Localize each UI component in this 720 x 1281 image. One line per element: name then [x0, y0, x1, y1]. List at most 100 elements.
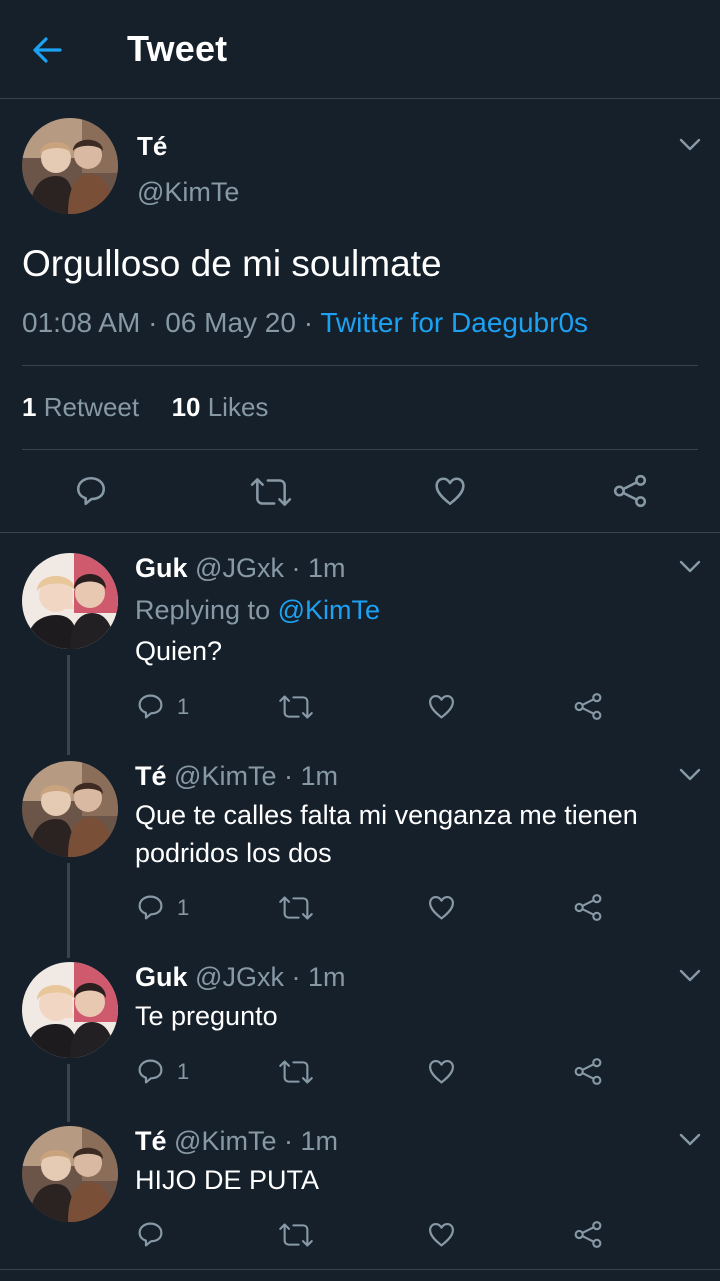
chevron-down-icon[interactable]	[679, 560, 701, 574]
tweet-text: Te pregunto	[135, 1001, 278, 1031]
like-button[interactable]	[427, 692, 456, 721]
author-handle[interactable]: @KimTe	[174, 761, 276, 791]
share-button[interactable]	[573, 893, 603, 922]
avatar-image	[22, 1126, 118, 1222]
retweet-icon	[250, 475, 292, 509]
avatar[interactable]	[22, 118, 118, 214]
chevron-down-icon[interactable]	[679, 138, 701, 152]
retweet-button[interactable]	[278, 1058, 314, 1086]
heart-icon	[427, 692, 456, 721]
reply-count: 1	[177, 1059, 190, 1084]
retweets-stat[interactable]: 1 Retweet	[22, 392, 139, 422]
reply-count: 1	[177, 895, 190, 920]
page-title: Tweet	[127, 28, 228, 69]
meta-separator: ·	[291, 962, 301, 992]
like-button[interactable]	[427, 1220, 456, 1249]
tweet-text: Orgulloso de mi soulmate	[22, 243, 442, 284]
tweet-text: Que te calles falta mi venganza me tiene…	[135, 800, 638, 868]
share-icon	[573, 692, 603, 721]
retweet-button[interactable]	[278, 1221, 314, 1249]
heart-icon	[433, 474, 467, 508]
share-button[interactable]	[612, 474, 648, 508]
like-button[interactable]	[433, 474, 467, 508]
retweet-button[interactable]	[278, 693, 314, 721]
share-button[interactable]	[573, 1220, 603, 1249]
tweet-time: 1m	[300, 1126, 339, 1156]
author-name[interactable]: Guk	[135, 553, 188, 583]
author-name[interactable]: Té	[135, 1126, 167, 1156]
share-icon	[612, 474, 648, 508]
tweet-text: Quien?	[135, 636, 223, 666]
reply-header: Té @KimTe · 1m	[135, 1126, 338, 1157]
like-button[interactable]	[427, 893, 456, 922]
reply-button[interactable]	[136, 1220, 165, 1249]
retweet-icon	[278, 1058, 314, 1086]
app-header: Tweet	[0, 0, 720, 99]
author-handle[interactable]: @JGxk	[195, 962, 284, 992]
retweet-icon	[278, 693, 314, 721]
avatar[interactable]	[22, 553, 118, 649]
reply-header: Té @KimTe · 1m	[135, 761, 338, 792]
replying-to: Replying to @KimTe	[135, 595, 380, 626]
retweets-label: Retweet	[43, 392, 140, 422]
heart-icon	[427, 1220, 456, 1249]
chevron-down-icon[interactable]	[679, 1133, 701, 1147]
avatar-image	[22, 553, 118, 649]
tweet-meta: 01:08 AM · 06 May 20 · Twitter for Daegu…	[22, 307, 588, 339]
author-name[interactable]: Guk	[135, 962, 188, 992]
reply-icon	[74, 474, 108, 508]
avatar[interactable]	[22, 1126, 118, 1222]
share-icon	[573, 1057, 603, 1086]
retweet-button[interactable]	[250, 475, 292, 509]
likes-label: Likes	[207, 392, 269, 422]
heart-icon	[427, 893, 456, 922]
retweet-icon	[278, 894, 314, 922]
tweet-time: 1m	[307, 553, 346, 583]
chevron-down-icon[interactable]	[679, 768, 701, 782]
divider	[22, 449, 698, 450]
likes-stat[interactable]: 10 Likes	[172, 392, 269, 422]
replying-handle-link[interactable]: @KimTe	[278, 595, 380, 625]
share-button[interactable]	[573, 1057, 603, 1086]
reply-header: Guk @JGxk · 1m	[135, 553, 346, 584]
reply-header: Guk @JGxk · 1m	[135, 962, 346, 993]
heart-icon	[427, 1057, 456, 1086]
author-name[interactable]: Té	[135, 761, 167, 791]
reply-button[interactable]	[136, 893, 165, 922]
thread-line	[67, 655, 70, 755]
like-button[interactable]	[427, 1057, 456, 1086]
divider	[22, 365, 698, 366]
tweet-time: 1m	[307, 962, 346, 992]
tweet-time: 01:08 AM	[22, 307, 141, 338]
meta-separator: ·	[291, 553, 301, 583]
meta-separator: ·	[303, 307, 314, 338]
tweet-time: 1m	[300, 761, 339, 791]
retweets-count: 1	[22, 392, 37, 422]
thread-line	[67, 863, 70, 958]
reply-icon	[136, 1057, 165, 1086]
reply-button[interactable]	[136, 692, 165, 721]
reply-button[interactable]	[136, 1057, 165, 1086]
tweet-source-link[interactable]: Twitter for Daegubr0s	[320, 307, 588, 338]
chevron-down-icon[interactable]	[679, 969, 701, 983]
avatar[interactable]	[22, 761, 118, 857]
meta-separator: ·	[148, 307, 158, 338]
reply-count: 1	[177, 694, 190, 719]
reply-button[interactable]	[74, 474, 108, 508]
reply-icon	[136, 1220, 165, 1249]
thread-line	[67, 1064, 70, 1122]
reply-icon	[136, 692, 165, 721]
avatar[interactable]	[22, 962, 118, 1058]
meta-separator: ·	[283, 1126, 293, 1156]
author-name[interactable]: Té	[137, 131, 167, 162]
author-handle[interactable]: @JGxk	[195, 553, 284, 583]
retweet-button[interactable]	[278, 894, 314, 922]
share-button[interactable]	[573, 692, 603, 721]
replying-prefix: Replying to	[135, 595, 278, 625]
back-button[interactable]	[30, 32, 66, 68]
avatar-image	[22, 761, 118, 857]
author-handle[interactable]: @KimTe	[174, 1126, 276, 1156]
divider	[0, 532, 720, 533]
avatar-image	[22, 962, 118, 1058]
author-handle[interactable]: @KimTe	[137, 177, 239, 208]
